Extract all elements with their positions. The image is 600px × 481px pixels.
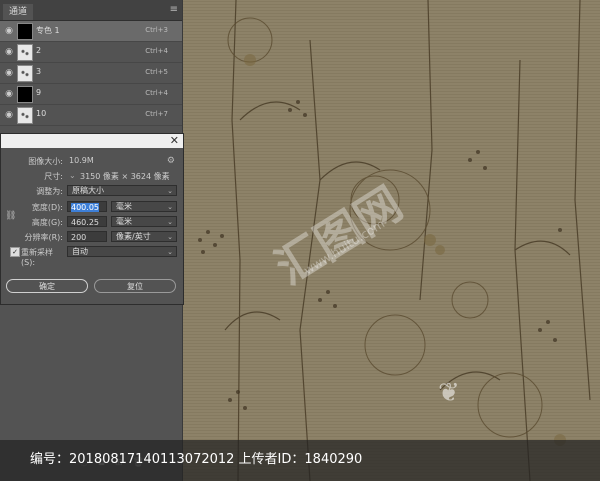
gear-icon[interactable]: ⚙ — [167, 156, 175, 166]
resolution-unit-select[interactable]: 像素/英寸 ⌄ — [111, 231, 177, 242]
footer-text: 编号：20180817140113072012 上传者ID：1840290 — [30, 452, 363, 467]
resolution-input[interactable]: 200 — [67, 231, 107, 242]
fit-to-label: 调整为: — [36, 187, 63, 196]
dimensions-value: 3150 像素 × 3624 像素 — [80, 172, 170, 181]
fit-to-value: 原稿大小 — [72, 186, 104, 195]
resample-value: 自动 — [72, 247, 88, 256]
tab-channels[interactable]: 通道 — [3, 4, 34, 20]
fit-to-select[interactable]: 原稿大小 ⌄ — [67, 185, 177, 196]
visibility-eye-icon[interactable]: ◉ — [3, 25, 15, 37]
channel-shortcut: Ctrl+5 — [145, 68, 168, 76]
resample-checkbox[interactable]: ✓ — [10, 247, 20, 257]
resample-label: 重新采样(S): — [21, 248, 53, 267]
channel-thumbnail — [17, 65, 33, 82]
height-input[interactable]: 460.25 — [67, 216, 107, 227]
image-size-dialog: ✕ ⚙ 图像大小: 10.9M 尺寸: ⌄ 3150 像素 × 3624 像素 … — [0, 133, 184, 305]
channel-name: 专色 1 — [36, 26, 60, 35]
visibility-eye-icon[interactable]: ◉ — [3, 88, 15, 100]
channel-row[interactable]: ◉ 3 Ctrl+5 — [0, 63, 182, 84]
height-unit-value: 毫米 — [116, 217, 132, 226]
chevron-down-icon: ⌄ — [167, 187, 173, 195]
reset-button[interactable]: 复位 — [94, 279, 176, 293]
channel-thumbnail — [17, 86, 33, 103]
resample-select[interactable]: 自动 ⌄ — [67, 246, 177, 257]
channel-name: 9 — [36, 88, 42, 97]
channel-row[interactable]: ◉ 专色 1 Ctrl+3 — [0, 21, 182, 42]
visibility-eye-icon[interactable]: ◉ — [3, 46, 15, 58]
height-label: 高度(G): — [31, 218, 63, 227]
info-footer: 编号：20180817140113072012 上传者ID：1840290 — [0, 440, 600, 481]
channel-row[interactable]: ◉ 10 Ctrl+7 — [0, 105, 182, 126]
width-unit-value: 毫米 — [116, 202, 132, 211]
channel-name: 3 — [36, 67, 42, 76]
channel-shortcut: Ctrl+7 — [145, 110, 168, 118]
channel-row[interactable]: ◉ 9 Ctrl+4 — [0, 84, 182, 105]
channel-shortcut: Ctrl+4 — [145, 89, 168, 97]
channel-thumbnail — [17, 44, 33, 61]
channel-shortcut: Ctrl+4 — [145, 47, 168, 55]
resolution-unit-value: 像素/英寸 — [116, 232, 151, 241]
panel-menu-icon[interactable]: ≡ — [170, 4, 178, 15]
height-unit-select[interactable]: 毫米 ⌄ — [111, 216, 177, 227]
channel-shortcut: Ctrl+3 — [145, 26, 168, 34]
channels-panel-header: 通道 ≡ — [0, 0, 182, 21]
chevron-down-icon: ⌄ — [167, 248, 173, 256]
channel-name: 10 — [36, 109, 47, 118]
channel-row[interactable]: ◉ 2 Ctrl+4 — [0, 42, 182, 63]
channel-name: 2 — [36, 46, 42, 55]
width-label: 宽度(D): — [31, 203, 63, 212]
chevron-down-icon: ⌄ — [167, 218, 173, 226]
visibility-eye-icon[interactable]: ◉ — [3, 109, 15, 121]
close-icon[interactable]: ✕ — [170, 134, 179, 148]
watermark-logo-icon: ❦ — [438, 378, 460, 408]
image-size-value: 10.9M — [69, 156, 94, 165]
width-unit-select[interactable]: 毫米 ⌄ — [111, 201, 177, 212]
channel-thumbnail — [17, 23, 33, 40]
width-input[interactable]: 400.05 — [67, 201, 107, 212]
visibility-eye-icon[interactable]: ◉ — [3, 67, 15, 79]
dialog-title-bar[interactable]: ✕ — [1, 134, 183, 148]
ok-button[interactable]: 确定 — [6, 279, 88, 293]
image-size-label: 图像大小: — [28, 157, 63, 166]
resolution-label: 分辨率(R): — [24, 233, 64, 242]
chevron-down-icon: ⌄ — [167, 233, 173, 241]
chevron-down-icon[interactable]: ⌄ — [69, 171, 76, 180]
dimensions-label: 尺寸: — [44, 172, 63, 181]
chevron-down-icon: ⌄ — [167, 203, 173, 211]
channel-thumbnail — [17, 107, 33, 124]
